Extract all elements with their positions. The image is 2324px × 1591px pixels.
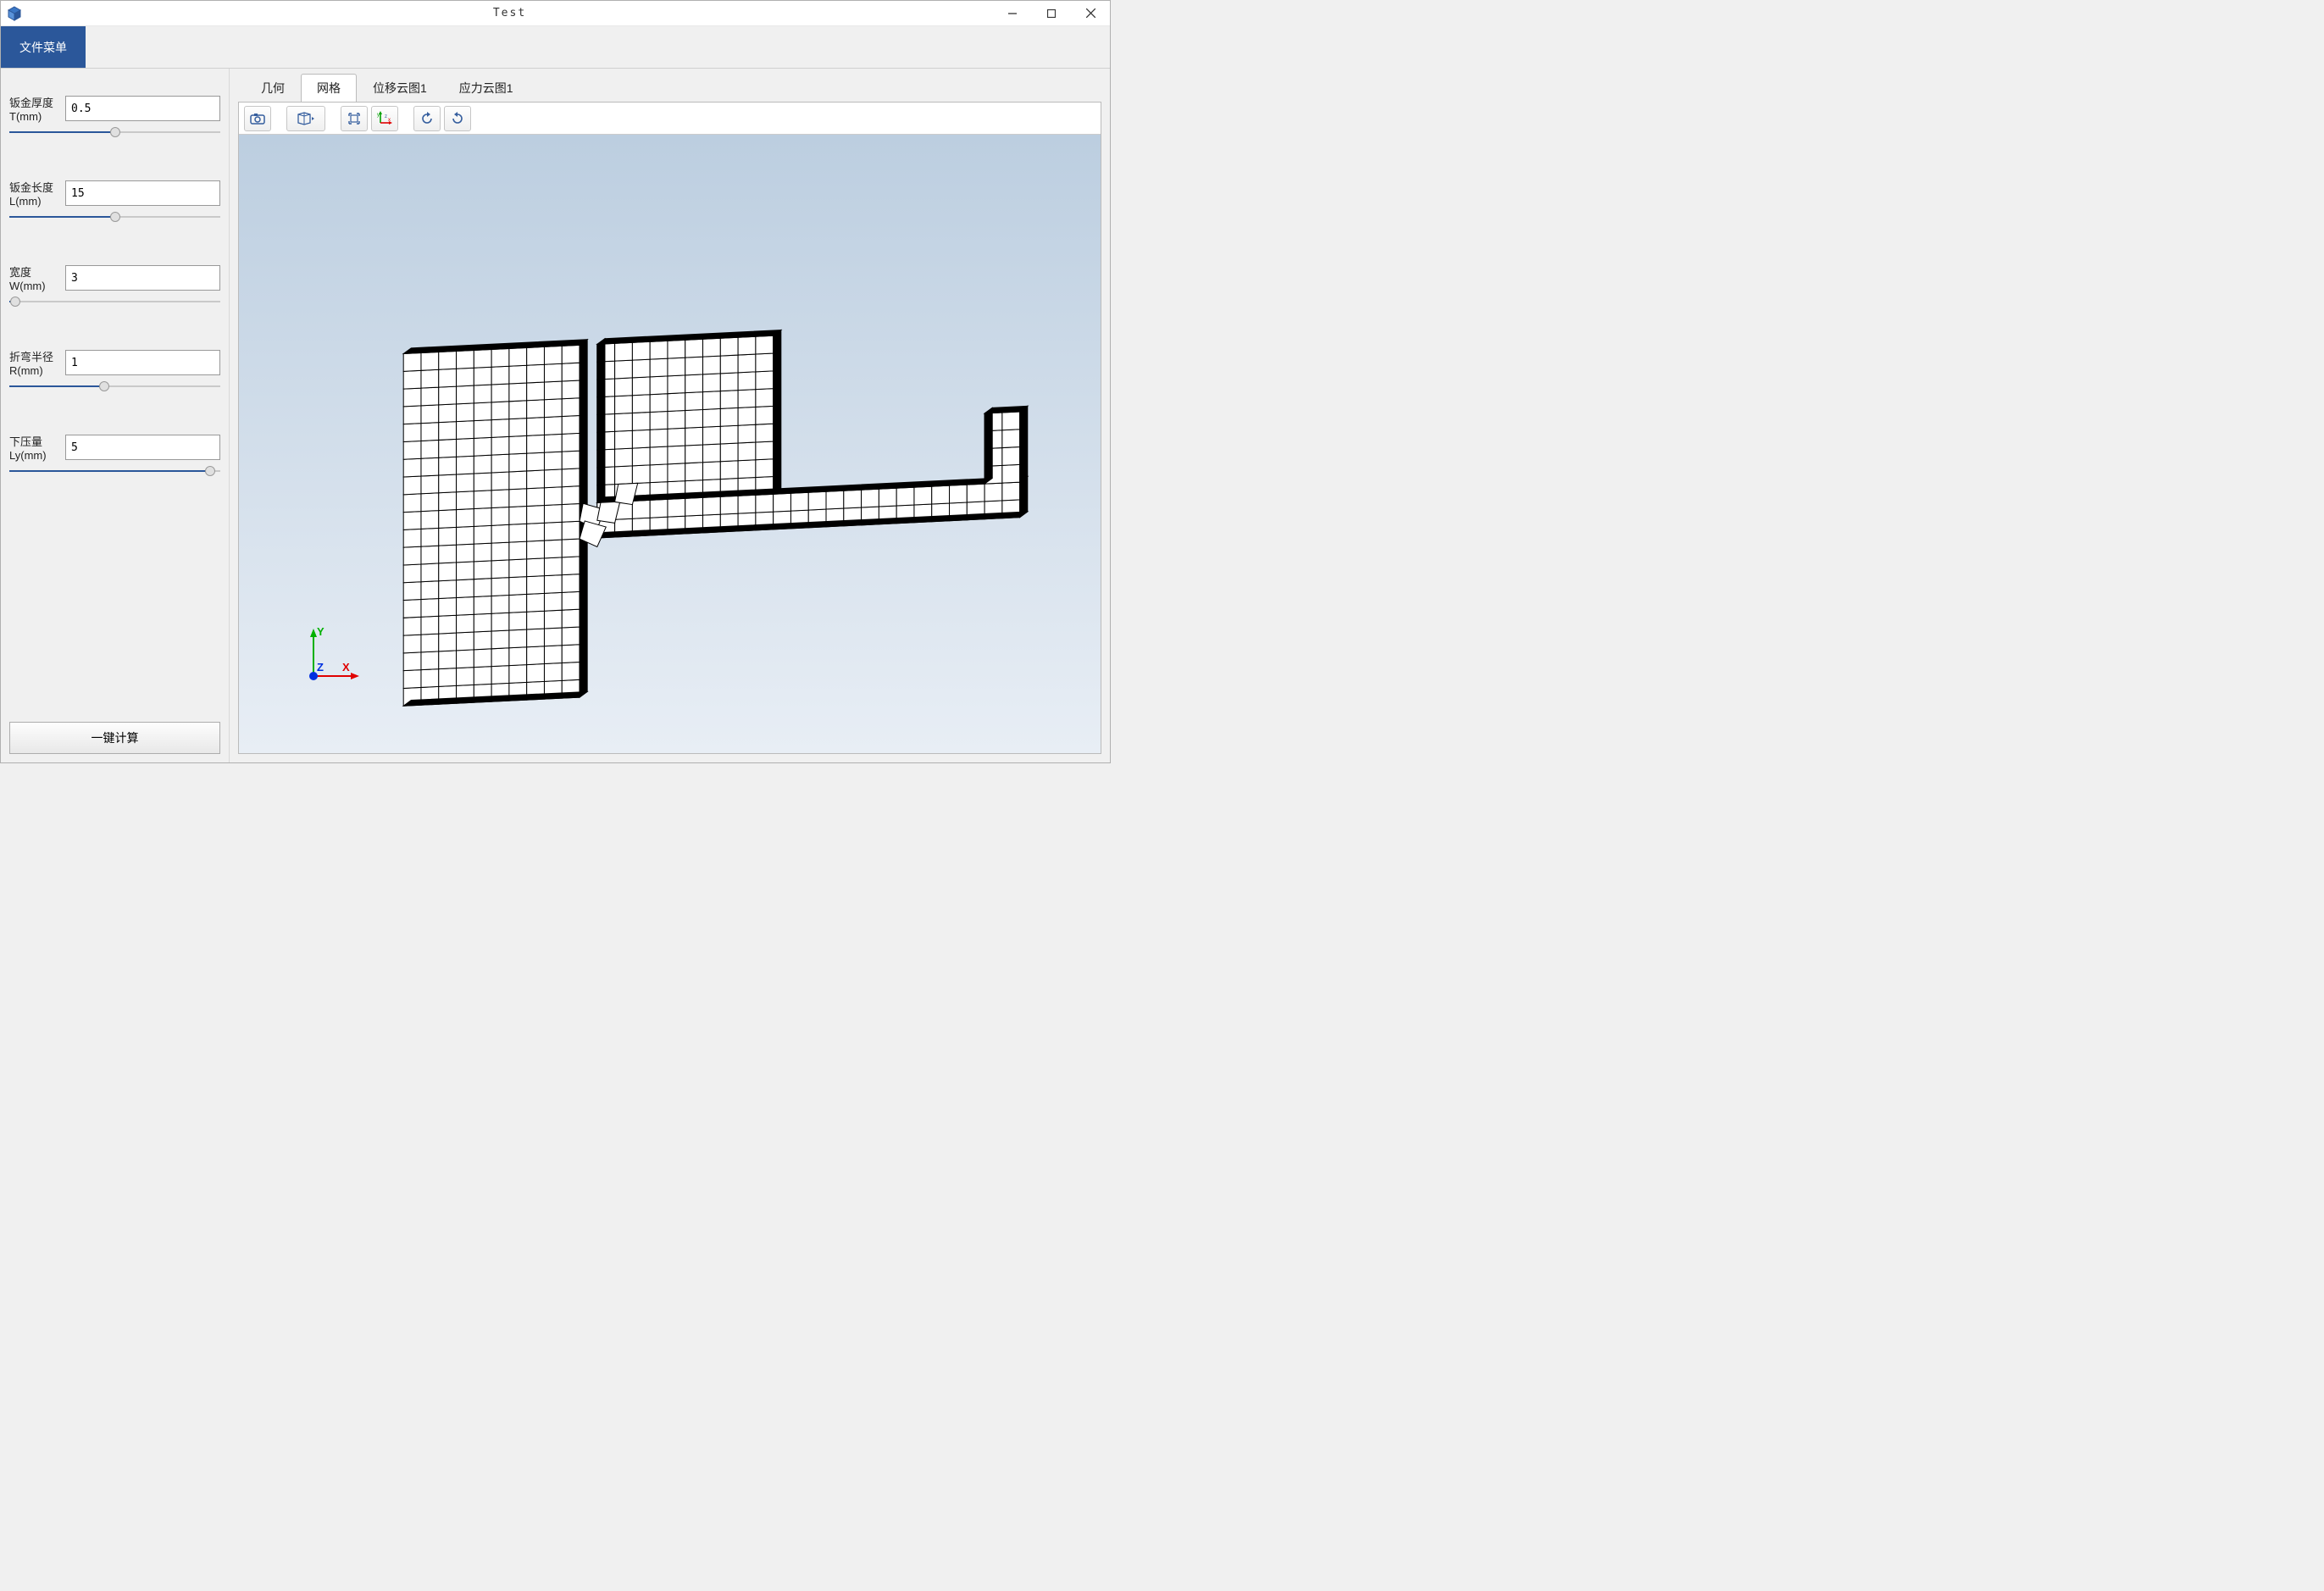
window-title: Test xyxy=(26,7,993,19)
svg-text:y: y xyxy=(377,113,380,118)
tab-displacement[interactable]: 位移云图1 xyxy=(357,74,443,102)
calculate-button[interactable]: 一键计算 xyxy=(9,722,220,754)
param-radius: 折弯半径R(mm) xyxy=(9,348,220,377)
width-label: 宽度W(mm) xyxy=(9,263,65,292)
window-controls xyxy=(993,1,1110,26)
svg-text:X: X xyxy=(342,661,350,674)
3d-viewport[interactable]: Y X Z xyxy=(239,135,1101,753)
svg-text:z: z xyxy=(385,114,387,119)
length-label: 钣金长度L(mm) xyxy=(9,179,65,208)
press-slider[interactable] xyxy=(9,465,220,477)
rotate-ccw-icon[interactable] xyxy=(413,106,441,131)
length-input[interactable] xyxy=(65,180,220,206)
menubar: 文件菜单 xyxy=(1,26,1110,69)
param-width: 宽度W(mm) xyxy=(9,263,220,292)
app-icon xyxy=(3,2,26,25)
file-menu[interactable]: 文件菜单 xyxy=(1,26,86,68)
close-button[interactable] xyxy=(1071,1,1110,26)
thickness-slider[interactable] xyxy=(9,126,220,138)
svg-text:Y: Y xyxy=(317,625,324,638)
axes-icon[interactable]: zx y xyxy=(371,106,398,131)
camera-icon[interactable] xyxy=(244,106,271,131)
app-window: Test 文件菜单 钣金厚度T(mm) xyxy=(0,0,1111,763)
radius-input[interactable] xyxy=(65,350,220,375)
maximize-button[interactable] xyxy=(1032,1,1071,26)
coordinate-triad: Y X Z xyxy=(298,624,366,694)
fit-extent-icon[interactable] xyxy=(341,106,368,131)
titlebar: Test xyxy=(1,1,1110,26)
viewport-toolbar: zx y xyxy=(239,103,1101,135)
tab-mesh[interactable]: 网格 xyxy=(301,74,357,102)
width-slider[interactable] xyxy=(9,296,220,308)
sidebar: 钣金厚度T(mm) 钣金长度L(mm) 宽度W(mm) 折弯半径R(m xyxy=(1,69,230,762)
main-area: 几何 网格 位移云图1 应力云图1 xyxy=(230,69,1110,762)
tabs: 几何 网格 位移云图1 应力云图1 xyxy=(230,69,1110,102)
mesh-model xyxy=(239,135,1101,753)
tab-stress[interactable]: 应力云图1 xyxy=(443,74,530,102)
param-press: 下压量Ly(mm) xyxy=(9,433,220,462)
minimize-button[interactable] xyxy=(993,1,1032,26)
rotate-cw-icon[interactable] xyxy=(444,106,471,131)
press-label: 下压量Ly(mm) xyxy=(9,433,65,462)
tab-geometry[interactable]: 几何 xyxy=(245,74,301,102)
thickness-label: 钣金厚度T(mm) xyxy=(9,94,65,123)
param-thickness: 钣金厚度T(mm) xyxy=(9,94,220,123)
press-input[interactable] xyxy=(65,435,220,460)
thickness-input[interactable] xyxy=(65,96,220,121)
param-length: 钣金长度L(mm) xyxy=(9,179,220,208)
length-slider[interactable] xyxy=(9,211,220,223)
svg-text:Z: Z xyxy=(317,661,324,674)
body: 钣金厚度T(mm) 钣金长度L(mm) 宽度W(mm) 折弯半径R(m xyxy=(1,69,1110,762)
viewport-panel: zx y xyxy=(238,102,1101,754)
svg-text:x: x xyxy=(388,118,391,123)
radius-label: 折弯半径R(mm) xyxy=(9,348,65,377)
cube-icon[interactable] xyxy=(286,106,325,131)
radius-slider[interactable] xyxy=(9,380,220,392)
width-input[interactable] xyxy=(65,265,220,291)
